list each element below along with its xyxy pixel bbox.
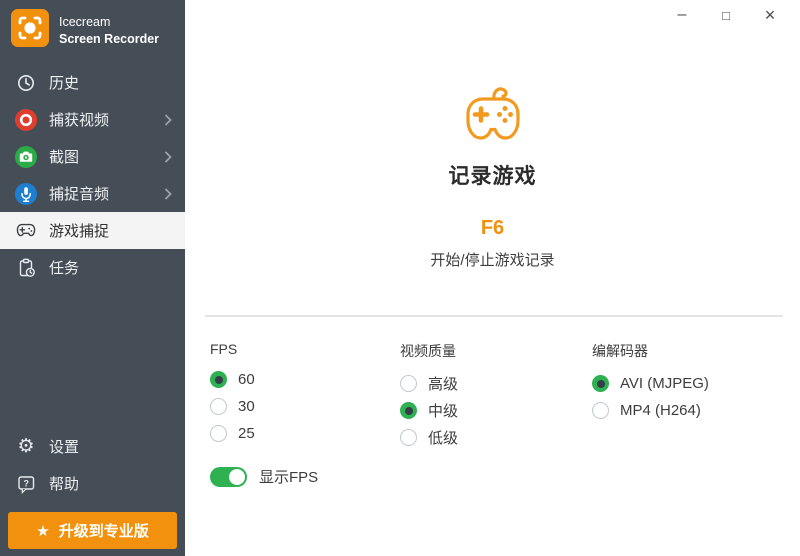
radio-icon[interactable] — [592, 402, 609, 419]
maximize-button[interactable]: □ — [704, 0, 748, 30]
radio-label: 25 — [238, 425, 255, 442]
sidebar-item-screenshot[interactable]: 截图 — [0, 138, 185, 175]
sidebar-item-label: 捕捉音频 — [49, 183, 109, 204]
radio-label: 60 — [238, 371, 255, 388]
radio-icon[interactable] — [400, 375, 417, 392]
game-record-hero: 记录游戏 F6 开始/停止游戏记录 — [185, 0, 800, 270]
upgrade-to-pro-button[interactable]: ★ 升级到专业版 — [8, 512, 177, 549]
tasks-clipboard-icon — [14, 256, 38, 280]
hotkey-label: F6 — [185, 217, 800, 240]
page-title: 记录游戏 — [185, 160, 800, 190]
close-button[interactable]: × — [748, 0, 792, 30]
radio-label: 30 — [238, 398, 255, 415]
window-controls: – □ × — [660, 0, 792, 30]
settings-panel: FPS 60 30 25 视频质量 高级 中级 — [210, 341, 792, 451]
radio-icon[interactable] — [210, 398, 227, 415]
sidebar-item-label: 截图 — [49, 146, 79, 167]
close-icon: × — [765, 5, 776, 26]
radio-codec-mp4-h264[interactable]: MP4 (H264) — [592, 397, 792, 424]
show-fps-row: 显示FPS — [210, 466, 318, 487]
fps-group: FPS 60 30 25 — [210, 341, 400, 451]
radio-label: 低级 — [428, 427, 458, 448]
brand-line1: Icecream — [59, 14, 159, 31]
radio-quality-medium[interactable]: 中级 — [400, 397, 592, 424]
app-logo-icon — [11, 9, 49, 52]
gamepad-icon — [460, 86, 526, 153]
star-icon: ★ — [36, 522, 49, 540]
capture-audio-mic-icon — [14, 182, 38, 206]
show-fps-label: 显示FPS — [259, 466, 318, 487]
radio-icon[interactable] — [210, 425, 227, 442]
sidebar-item-game-capture[interactable]: 游戏捕捉 — [0, 212, 185, 249]
radio-codec-avi-mjpeg[interactable]: AVI (MJPEG) — [592, 370, 792, 397]
radio-fps-30[interactable]: 30 — [210, 393, 400, 420]
history-clock-icon — [14, 71, 38, 95]
sidebar-item-capture-video[interactable]: 捕获视频 — [0, 101, 185, 138]
minimize-icon: – — [678, 6, 687, 24]
sidebar-item-history[interactable]: 历史 — [0, 64, 185, 101]
radio-quality-high[interactable]: 高级 — [400, 370, 592, 397]
radio-icon[interactable] — [592, 375, 609, 392]
codec-group: 编解码器 AVI (MJPEG) MP4 (H264) — [592, 341, 792, 451]
radio-fps-25[interactable]: 25 — [210, 420, 400, 447]
radio-label: MP4 (H264) — [620, 402, 701, 419]
chevron-right-icon — [164, 151, 172, 163]
fps-group-label: FPS — [210, 341, 400, 357]
sidebar-item-label: 游戏捕捉 — [49, 220, 109, 241]
chevron-right-icon — [164, 188, 172, 200]
sidebar-item-label: 历史 — [49, 72, 79, 93]
sidebar-item-tasks[interactable]: 任务 — [0, 249, 185, 286]
app-title: Icecream Screen Recorder — [59, 14, 159, 48]
sidebar: Icecream Screen Recorder 历史 捕获视频 — [0, 0, 185, 556]
settings-divider — [205, 315, 783, 317]
svg-text:?: ? — [23, 478, 29, 488]
radio-icon[interactable] — [400, 429, 417, 446]
minimize-button[interactable]: – — [660, 0, 704, 30]
radio-icon[interactable] — [400, 402, 417, 419]
sidebar-item-capture-audio[interactable]: 捕捉音频 — [0, 175, 185, 212]
hotkey-hint: 开始/停止游戏记录 — [185, 249, 800, 270]
maximize-icon: □ — [722, 8, 730, 23]
sidebar-item-label: 捕获视频 — [49, 109, 109, 130]
upgrade-button-label: 升级到专业版 — [59, 520, 149, 541]
video-quality-group-label: 视频质量 — [400, 341, 592, 361]
sidebar-item-settings[interactable]: ⚙ 设置 — [0, 428, 185, 465]
brand-line2: Screen Recorder — [59, 31, 159, 48]
codec-group-label: 编解码器 — [592, 341, 792, 361]
chevron-right-icon — [164, 114, 172, 126]
sidebar-item-help[interactable]: ? 帮助 — [0, 465, 185, 502]
game-capture-gamepad-icon — [14, 219, 38, 243]
sidebar-item-label: 帮助 — [49, 473, 79, 494]
radio-label: 高级 — [428, 373, 458, 394]
main-panel: – □ × 记录游戏 F6 开始/停止游戏记录 FPS 60 — [185, 0, 800, 556]
video-quality-group: 视频质量 高级 中级 低级 — [400, 341, 592, 451]
help-bubble-icon: ? — [14, 472, 38, 496]
radio-fps-60[interactable]: 60 — [210, 366, 400, 393]
sidebar-item-label: 设置 — [49, 436, 79, 457]
radio-label: 中级 — [428, 400, 458, 421]
record-video-icon — [14, 108, 38, 132]
settings-gear-icon: ⚙ — [14, 435, 38, 459]
show-fps-toggle[interactable] — [210, 467, 247, 487]
sidebar-item-label: 任务 — [49, 257, 79, 278]
screenshot-camera-icon — [14, 145, 38, 169]
toggle-knob — [229, 469, 245, 485]
app-brand: Icecream Screen Recorder — [0, 0, 185, 60]
sidebar-spacer — [0, 286, 185, 428]
radio-label: AVI (MJPEG) — [620, 375, 709, 392]
radio-icon[interactable] — [210, 371, 227, 388]
sidebar-footer-menu: ⚙ 设置 ? 帮助 — [0, 428, 185, 502]
radio-quality-low[interactable]: 低级 — [400, 424, 592, 451]
sidebar-menu: 历史 捕获视频 — [0, 64, 185, 286]
